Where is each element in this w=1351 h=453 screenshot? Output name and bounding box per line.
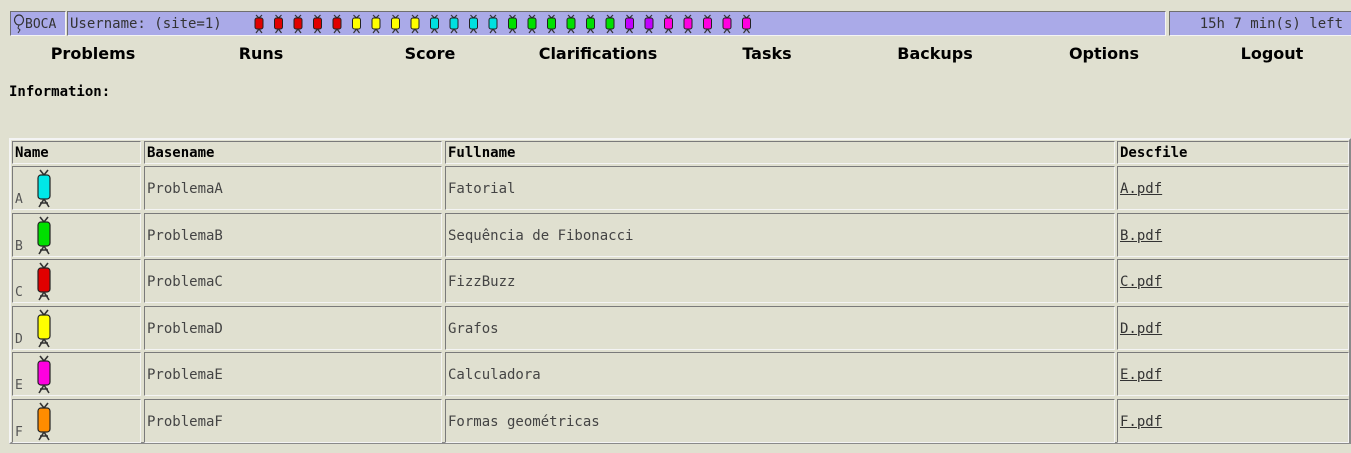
problems-table: Name Basename Fullname Descfile A Problem… (9, 138, 1351, 444)
problem-basename: ProblemaB (144, 213, 442, 257)
header-basename: Basename (144, 141, 442, 164)
main-menu: Problems Runs Score Clarifications Tasks… (9, 44, 1351, 66)
username-bar: Username: (site=1) (67, 11, 1166, 36)
balloon-icon (449, 14, 459, 34)
balloon-icon (37, 402, 51, 441)
problem-letter: B (15, 239, 23, 254)
balloon-icon (352, 14, 361, 34)
menu-score[interactable]: Score (346, 44, 514, 63)
information-label: Information: (9, 84, 111, 100)
menu-backups[interactable]: Backups (851, 44, 1019, 63)
balloon-icon (469, 14, 478, 34)
problem-letter: C (15, 285, 23, 300)
balloon-icon (547, 14, 556, 34)
balloon-icon (527, 14, 537, 34)
menu-options[interactable]: Options (1020, 44, 1188, 63)
descfile-link[interactable]: C.pdf (1120, 274, 1162, 290)
problem-name-cell: A (12, 166, 141, 210)
problem-name-cell: F (12, 399, 141, 443)
problem-descfile-cell: C.pdf (1117, 259, 1349, 303)
balloon-icon (37, 355, 51, 394)
top-bar: BOCA Username: (site=1) 15h 7 min(s) lef… (9, 10, 1351, 39)
header-fullname: Fullname (445, 141, 1115, 164)
problem-name-cell: E (12, 352, 141, 396)
problem-letter: F (15, 425, 23, 440)
problem-basename: ProblemaE (144, 352, 442, 396)
balloon-icon (625, 14, 634, 34)
balloon-icon (508, 14, 517, 34)
problem-letter: E (15, 378, 23, 393)
problem-descfile-cell: B.pdf (1117, 213, 1349, 257)
problem-fullname: Calculadora (445, 352, 1115, 396)
balloon-icon (430, 14, 439, 34)
problem-name-cell: D (12, 306, 141, 350)
balloon-icon (391, 14, 400, 34)
problem-fullname: Grafos (445, 306, 1115, 350)
header-descfile: Descfile (1117, 141, 1349, 164)
username-label: Username: (site=1) (70, 16, 222, 32)
balloon-icon (274, 14, 283, 34)
balloon-icon (254, 14, 264, 34)
problem-descfile-cell: E.pdf (1117, 352, 1349, 396)
balloon-icon (37, 216, 51, 255)
logo-text: BOCA (25, 17, 57, 32)
descfile-link[interactable]: B.pdf (1120, 228, 1162, 244)
balloon-icon (566, 14, 576, 34)
solved-balloons (254, 14, 751, 34)
balloon-icon (293, 14, 303, 34)
balloon-icon (605, 14, 615, 34)
balloon-icon (683, 14, 693, 34)
balloon-icon (37, 309, 51, 348)
balloon-icon (586, 14, 595, 34)
balloon-icon (332, 14, 342, 34)
problem-basename: ProblemaF (144, 399, 442, 443)
balloon-icon (722, 14, 732, 34)
balloon-icon (488, 14, 498, 34)
problem-letter: D (15, 332, 23, 347)
problem-letter: A (15, 192, 23, 207)
problem-descfile-cell: F.pdf (1117, 399, 1349, 443)
descfile-link[interactable]: F.pdf (1120, 414, 1162, 430)
balloon-icon (371, 14, 381, 34)
menu-runs[interactable]: Runs (177, 44, 345, 63)
descfile-link[interactable]: E.pdf (1120, 367, 1162, 383)
problem-fullname: Fatorial (445, 166, 1115, 210)
problem-descfile-cell: D.pdf (1117, 306, 1349, 350)
descfile-link[interactable]: A.pdf (1120, 181, 1162, 197)
problem-fullname: FizzBuzz (445, 259, 1115, 303)
problem-fullname: Sequência de Fibonacci (445, 213, 1115, 257)
balloon-icon (313, 14, 322, 34)
balloon-logo-icon (13, 14, 25, 34)
balloon-icon (37, 262, 51, 301)
problem-descfile-cell: A.pdf (1117, 166, 1349, 210)
descfile-link[interactable]: D.pdf (1120, 321, 1162, 337)
balloon-icon (410, 14, 420, 34)
problem-fullname: Formas geométricas (445, 399, 1115, 443)
balloon-icon (703, 14, 712, 34)
problem-name-cell: C (12, 259, 141, 303)
balloon-icon (37, 169, 51, 208)
problem-name-cell: B (12, 213, 141, 257)
problem-basename: ProblemaD (144, 306, 442, 350)
balloon-icon (644, 14, 654, 34)
balloon-icon (742, 14, 751, 34)
balloon-icon (664, 14, 673, 34)
menu-problems[interactable]: Problems (9, 44, 177, 63)
menu-tasks[interactable]: Tasks (683, 44, 851, 63)
problem-basename: ProblemaA (144, 166, 442, 210)
menu-logout[interactable]: Logout (1188, 44, 1351, 63)
menu-clarifications[interactable]: Clarifications (514, 44, 682, 63)
boca-logo: BOCA (10, 11, 66, 36)
header-name: Name (12, 141, 141, 164)
problem-basename: ProblemaC (144, 259, 442, 303)
time-left: 15h 7 min(s) left (1169, 11, 1351, 36)
